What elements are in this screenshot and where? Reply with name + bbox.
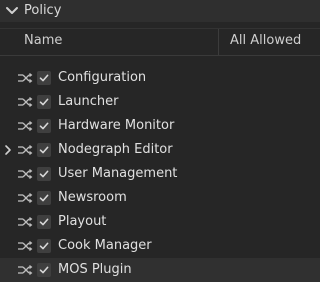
check-icon [39, 98, 49, 106]
check-icon [39, 218, 49, 226]
allow-checkbox[interactable] [37, 71, 51, 85]
section-title: Policy [24, 3, 62, 18]
allow-checkbox[interactable] [37, 263, 51, 277]
list-item[interactable]: Launcher [0, 90, 320, 114]
policy-panel: Policy Name All Allowed Configuration Lau… [0, 0, 320, 282]
check-icon [39, 122, 49, 130]
list-item-label: MOS Plugin [58, 262, 132, 277]
shuffle-icon[interactable] [17, 240, 33, 252]
list-item[interactable]: Hardware Monitor [0, 114, 320, 138]
allow-checkbox[interactable] [37, 143, 51, 157]
list-item[interactable]: MOS Plugin [0, 258, 320, 282]
shuffle-icon[interactable] [17, 168, 33, 180]
allow-checkbox[interactable] [37, 239, 51, 253]
check-icon [39, 194, 49, 202]
column-header-name[interactable]: Name [24, 33, 62, 48]
check-icon [39, 266, 49, 274]
list-item[interactable]: Configuration [0, 66, 320, 90]
check-icon [39, 146, 49, 154]
list-item-label: Launcher [58, 94, 119, 109]
shuffle-icon[interactable] [17, 72, 33, 84]
shuffle-icon[interactable] [17, 144, 33, 156]
list-item[interactable]: Nodegraph Editor [0, 138, 320, 162]
policy-section-header[interactable]: Policy [0, 0, 320, 22]
check-icon [39, 170, 49, 178]
column-divider[interactable] [218, 29, 219, 55]
column-header-all-allowed[interactable]: All Allowed [230, 33, 301, 48]
allow-checkbox[interactable] [37, 95, 51, 109]
shuffle-icon[interactable] [17, 96, 33, 108]
list-item[interactable]: Playout [0, 210, 320, 234]
list-item-label: Configuration [58, 70, 147, 85]
list-item-label: Playout [58, 214, 107, 229]
column-header-row: Name All Allowed [0, 28, 320, 56]
check-icon [39, 242, 49, 250]
shuffle-icon[interactable] [17, 120, 33, 132]
list-item-label: Hardware Monitor [58, 118, 175, 133]
shuffle-icon[interactable] [17, 264, 33, 276]
chevron-right-icon[interactable] [4, 144, 12, 156]
list-item[interactable]: Cook Manager [0, 234, 320, 258]
shuffle-icon[interactable] [17, 216, 33, 228]
list-item-label: Newsroom [58, 190, 127, 205]
check-icon [39, 74, 49, 82]
list-item-label: Nodegraph Editor [58, 142, 173, 157]
chevron-down-icon[interactable] [5, 4, 19, 18]
list-item-label: User Management [58, 166, 178, 181]
allow-checkbox[interactable] [37, 215, 51, 229]
list-item-label: Cook Manager [58, 238, 152, 253]
policy-list: Configuration Launcher Hardware Monitor Nod… [0, 66, 320, 282]
shuffle-icon[interactable] [17, 192, 33, 204]
allow-checkbox[interactable] [37, 167, 51, 181]
allow-checkbox[interactable] [37, 191, 51, 205]
list-item[interactable]: User Management [0, 162, 320, 186]
list-item[interactable]: Newsroom [0, 186, 320, 210]
allow-checkbox[interactable] [37, 119, 51, 133]
